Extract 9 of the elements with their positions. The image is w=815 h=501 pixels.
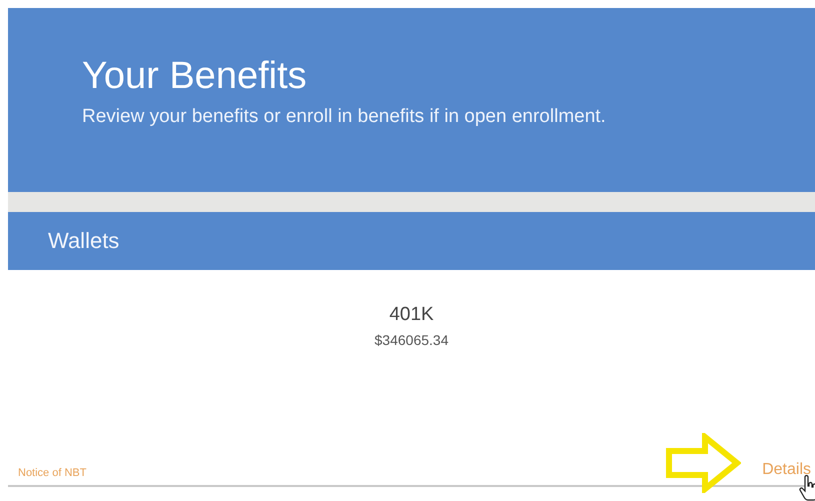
notice-link[interactable]: Notice of NBT [18,467,86,479]
wallet-amount: $346065.34 [374,332,448,348]
section-title: Wallets [48,228,120,254]
page-title: Your Benefits [82,56,308,98]
wallet-name: 401K [389,304,434,326]
details-link[interactable]: Details [762,461,811,479]
page-subtitle: Review your benefits or enroll in benefits if in open enrollment. [82,106,607,128]
arrow-icon [665,433,741,493]
hand-cursor-icon [798,475,815,501]
